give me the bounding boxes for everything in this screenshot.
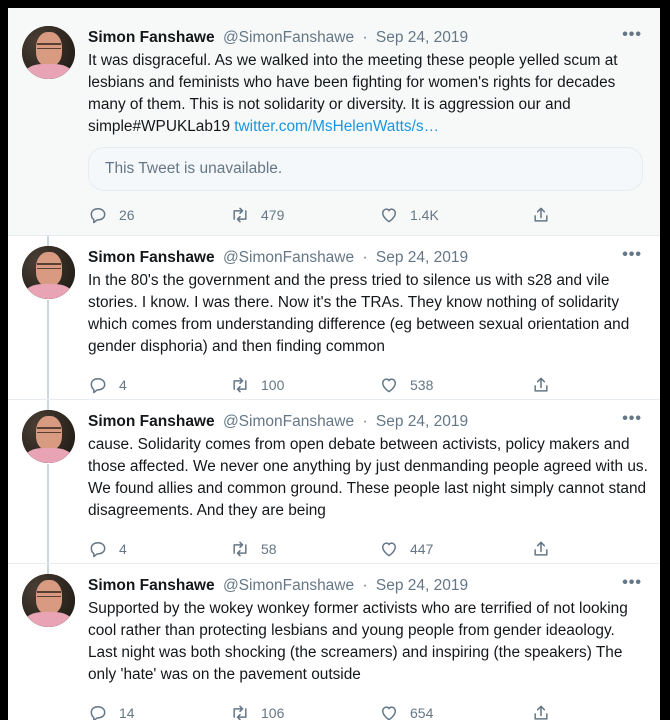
reply-count: 4 bbox=[119, 541, 127, 557]
share-icon bbox=[534, 377, 548, 392]
heart-icon bbox=[382, 378, 396, 393]
tweet[interactable]: Simon Fanshawe @SimonFanshawe · Sep 24, … bbox=[8, 400, 660, 564]
author-handle[interactable]: @SimonFanshawe bbox=[223, 577, 354, 594]
reply-icon bbox=[90, 706, 106, 720]
author-handle[interactable]: @SimonFanshawe bbox=[223, 249, 354, 266]
retweet-button[interactable]: 100 bbox=[230, 374, 284, 396]
tweet-date[interactable]: Sep 24, 2019 bbox=[376, 413, 468, 430]
author-name[interactable]: Simon Fanshawe bbox=[88, 577, 215, 594]
reply-icon bbox=[90, 208, 106, 224]
author-handle[interactable]: @SimonFanshawe bbox=[223, 413, 354, 430]
tweet[interactable]: Simon Fanshawe @SimonFanshawe · Sep 24, … bbox=[8, 564, 660, 720]
avatar[interactable] bbox=[22, 26, 75, 79]
like-button[interactable]: 654 bbox=[379, 702, 433, 720]
like-button[interactable]: 538 bbox=[379, 374, 433, 396]
tweet-actions: 14 106 654 bbox=[88, 702, 558, 720]
tweet-text: cause. Solidarity comes from open debate… bbox=[88, 436, 648, 519]
like-button[interactable]: 1.4K bbox=[379, 204, 439, 226]
tweet-date[interactable]: Sep 24, 2019 bbox=[376, 249, 468, 266]
share-button[interactable] bbox=[531, 374, 551, 396]
heart-icon bbox=[382, 542, 396, 557]
tweet-header: Simon Fanshawe @SimonFanshawe · Sep 24, … bbox=[88, 28, 468, 48]
tweet-header: Simon Fanshawe @SimonFanshawe · Sep 24, … bbox=[88, 576, 468, 596]
like-count: 538 bbox=[410, 377, 434, 393]
reply-icon bbox=[90, 542, 106, 558]
avatar[interactable] bbox=[22, 574, 75, 627]
like-count: 654 bbox=[410, 705, 434, 720]
separator: · bbox=[362, 577, 368, 594]
retweet-count: 106 bbox=[261, 705, 285, 720]
reply-button[interactable]: 4 bbox=[88, 374, 127, 396]
like-button[interactable]: 447 bbox=[379, 538, 433, 560]
avatar[interactable] bbox=[22, 246, 75, 299]
retweet-icon bbox=[233, 705, 247, 720]
share-button[interactable] bbox=[531, 538, 551, 560]
share-button[interactable] bbox=[531, 204, 551, 226]
share-icon bbox=[534, 541, 548, 556]
tweet-actions: 4 58 447 bbox=[88, 538, 558, 560]
retweet-count: 100 bbox=[261, 377, 285, 393]
tweet-link[interactable]: twitter.com/MsHelenWatts/s… bbox=[234, 118, 439, 135]
retweet-button[interactable]: 58 bbox=[230, 538, 277, 560]
reply-button[interactable]: 26 bbox=[88, 204, 135, 226]
retweet-icon bbox=[233, 207, 247, 223]
heart-icon bbox=[382, 706, 396, 720]
retweet-icon bbox=[233, 541, 247, 557]
tweet-date[interactable]: Sep 24, 2019 bbox=[376, 29, 468, 46]
tweet-header: Simon Fanshawe @SimonFanshawe · Sep 24, … bbox=[88, 412, 468, 432]
retweet-icon bbox=[233, 377, 247, 393]
retweet-count: 479 bbox=[261, 207, 285, 223]
reply-count: 26 bbox=[119, 207, 135, 223]
tweet-text: It was disgraceful. As we walked into th… bbox=[88, 50, 648, 138]
tweet-thread: Simon Fanshawe @SimonFanshawe · Sep 24, … bbox=[8, 8, 660, 720]
tweet-header: Simon Fanshawe @SimonFanshawe · Sep 24, … bbox=[88, 248, 468, 268]
retweet-button[interactable]: 479 bbox=[230, 204, 284, 226]
author-name[interactable]: Simon Fanshawe bbox=[88, 249, 215, 266]
heart-icon bbox=[382, 208, 396, 223]
quoted-tweet-unavailable[interactable]: This Tweet is unavailable. bbox=[88, 147, 643, 191]
tweet[interactable]: Simon Fanshawe @SimonFanshawe · Sep 24, … bbox=[8, 8, 660, 236]
like-count: 447 bbox=[410, 541, 434, 557]
retweet-button[interactable]: 106 bbox=[230, 702, 284, 720]
tweet-actions: 4 100 538 bbox=[88, 374, 558, 396]
share-icon bbox=[534, 705, 548, 720]
more-options-icon[interactable]: ••• bbox=[622, 410, 642, 428]
tweet-text: In the 80's the government and the press… bbox=[88, 272, 630, 355]
reply-button[interactable]: 4 bbox=[88, 538, 127, 560]
more-options-icon[interactable]: ••• bbox=[622, 246, 642, 264]
reply-count: 14 bbox=[119, 705, 135, 720]
more-options-icon[interactable]: ••• bbox=[622, 26, 642, 44]
author-name[interactable]: Simon Fanshawe bbox=[88, 413, 215, 430]
share-icon bbox=[534, 207, 548, 222]
tweet-text: Supported by the wokey wonkey former act… bbox=[88, 600, 628, 683]
separator: · bbox=[362, 413, 368, 430]
author-handle[interactable]: @SimonFanshawe bbox=[223, 29, 354, 46]
reply-icon bbox=[90, 378, 106, 394]
author-name[interactable]: Simon Fanshawe bbox=[88, 29, 215, 46]
more-options-icon[interactable]: ••• bbox=[622, 574, 642, 592]
reply-count: 4 bbox=[119, 377, 127, 393]
avatar[interactable] bbox=[22, 410, 75, 463]
reply-button[interactable]: 14 bbox=[88, 702, 135, 720]
retweet-count: 58 bbox=[261, 541, 277, 557]
tweet[interactable]: Simon Fanshawe @SimonFanshawe · Sep 24, … bbox=[8, 236, 660, 400]
separator: · bbox=[362, 29, 368, 46]
like-count: 1.4K bbox=[410, 207, 439, 223]
separator: · bbox=[362, 249, 368, 266]
tweet-actions: 26 479 1.4K bbox=[88, 204, 558, 226]
tweet-date[interactable]: Sep 24, 2019 bbox=[376, 577, 468, 594]
share-button[interactable] bbox=[531, 702, 551, 720]
